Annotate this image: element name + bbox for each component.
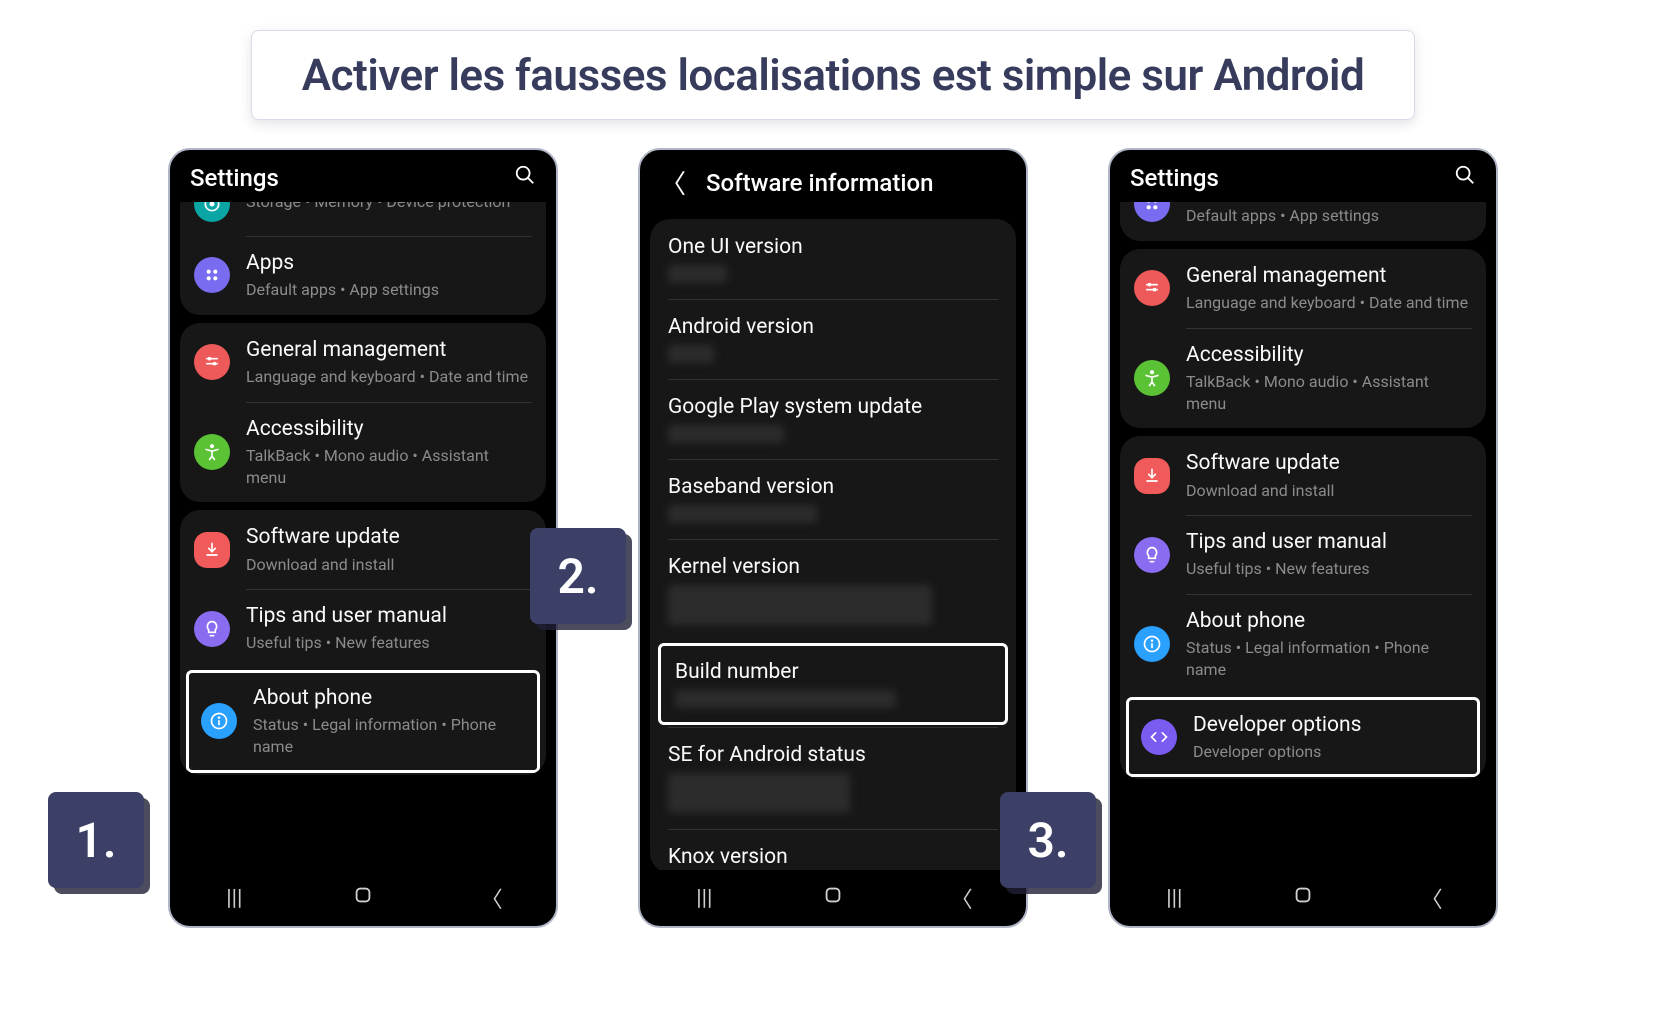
nav-recent-icon[interactable]: |||	[1154, 886, 1194, 911]
header-title: Settings	[1130, 164, 1454, 192]
grid-icon	[1134, 202, 1170, 222]
sliders-icon	[1134, 270, 1170, 306]
info-row-google-play-update[interactable]: Google Play system update	[650, 379, 1016, 459]
grid-icon	[194, 257, 230, 293]
search-icon[interactable]	[1454, 164, 1476, 192]
bulb-icon	[194, 611, 230, 647]
download-icon	[194, 532, 230, 568]
android-navbar: ||| 〈	[1110, 870, 1496, 926]
settings-row-about-phone[interactable]: About phoneStatus • Legal information • …	[1120, 594, 1486, 694]
accessibility-icon	[1134, 360, 1170, 396]
back-icon[interactable]: 〈	[660, 164, 686, 201]
phone-3: Settings AppsDefault apps • App settings…	[1108, 148, 1498, 928]
android-navbar: ||| 〈	[640, 870, 1026, 926]
settings-row-about-phone[interactable]: About phoneStatus • Legal information • …	[186, 670, 540, 772]
bulb-icon	[1134, 537, 1170, 573]
search-icon[interactable]	[514, 164, 536, 192]
phone-1: Settings Storage • Memory • Device prote…	[168, 148, 558, 928]
nav-back-icon[interactable]: 〈	[942, 882, 982, 914]
step-badge-1: 1.	[48, 792, 144, 888]
nav-recent-icon[interactable]: |||	[214, 886, 254, 911]
settings-row-apps[interactable]: AppsDefault apps • App settings	[180, 236, 546, 315]
info-row-baseband[interactable]: Baseband version	[650, 459, 1016, 539]
android-navbar: ||| 〈	[170, 870, 556, 926]
code-icon	[1141, 719, 1177, 755]
settings-row-developer-options[interactable]: Developer optionsDeveloper options	[1126, 697, 1480, 778]
step-badge-2: 2.	[530, 528, 626, 624]
nav-home-icon[interactable]	[343, 884, 383, 912]
settings-row-apps[interactable]: AppsDefault apps • App settings	[1120, 202, 1486, 241]
info-icon	[201, 703, 237, 739]
nav-home-icon[interactable]	[1283, 884, 1323, 912]
nav-back-icon[interactable]: 〈	[472, 882, 512, 914]
settings-row-tips[interactable]: Tips and user manualUseful tips • New fe…	[180, 589, 546, 668]
info-row-one-ui[interactable]: One UI version	[650, 219, 1016, 299]
header-title: Software information	[706, 169, 1006, 197]
sliders-icon	[194, 344, 230, 380]
info-row-android-version[interactable]: Android version	[650, 299, 1016, 379]
nav-home-icon[interactable]	[813, 884, 853, 912]
settings-row-software-update[interactable]: Software updateDownload and install	[1120, 436, 1486, 515]
phone-header: Settings	[170, 150, 556, 202]
info-row-se-android[interactable]: SE for Android status	[650, 727, 1016, 829]
info-icon	[1134, 626, 1170, 662]
settings-row-accessibility[interactable]: AccessibilityTalkBack • Mono audio • Ass…	[1120, 328, 1486, 428]
info-row-kernel[interactable]: Kernel version	[650, 539, 1016, 641]
step-badge-3: 3.	[1000, 792, 1096, 888]
phone-header: 〈 Software information	[640, 150, 1026, 211]
accessibility-icon	[194, 434, 230, 470]
phone-2: 〈 Software information One UI version An…	[638, 148, 1028, 928]
download-icon	[1134, 458, 1170, 494]
settings-row-accessibility[interactable]: AccessibilityTalkBack • Mono audio • Ass…	[180, 402, 546, 502]
nav-recent-icon[interactable]: |||	[684, 886, 724, 911]
info-row-build-number[interactable]: Build number	[658, 643, 1008, 725]
settings-row-general-management[interactable]: General managementLanguage and keyboard …	[1120, 249, 1486, 328]
phone-header: Settings	[1110, 150, 1496, 202]
header-title: Settings	[190, 164, 514, 192]
settings-row-tips[interactable]: Tips and user manualUseful tips • New fe…	[1120, 515, 1486, 594]
settings-row-device-care[interactable]: Storage • Memory • Device protection	[180, 202, 546, 236]
nav-back-icon[interactable]: 〈	[1412, 882, 1452, 914]
settings-row-software-update[interactable]: Software updateDownload and install	[180, 510, 546, 589]
settings-row-general-management[interactable]: General managementLanguage and keyboard …	[180, 323, 546, 402]
target-icon	[194, 202, 230, 222]
info-row-knox[interactable]: Knox version	[650, 829, 1016, 870]
page-title: Activer les fausses localisations est si…	[251, 30, 1416, 120]
